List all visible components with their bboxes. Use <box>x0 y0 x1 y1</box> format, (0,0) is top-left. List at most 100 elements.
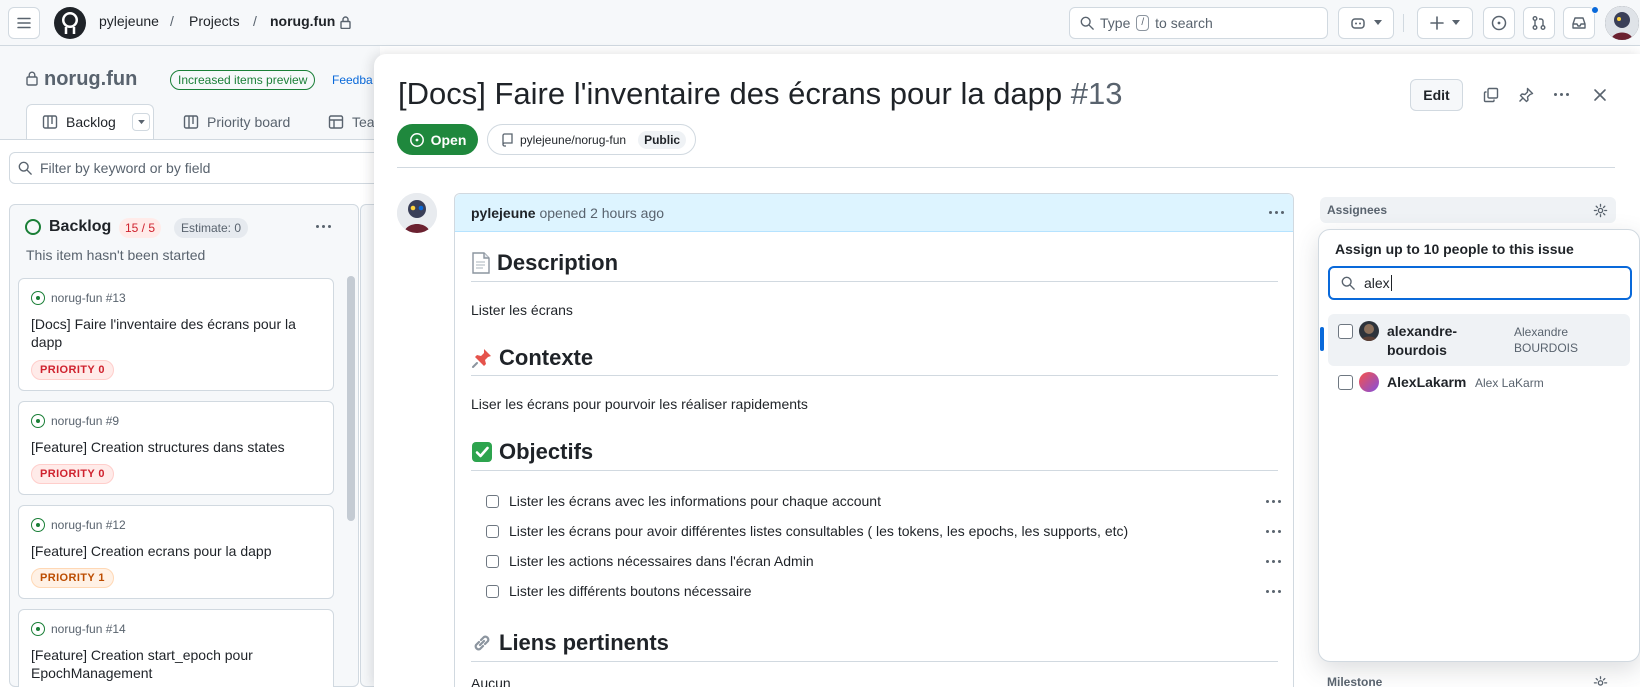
card-ref: norug-fun #9 <box>51 414 120 428</box>
column-estimate: Estimate: 0 <box>174 218 249 238</box>
divider <box>471 470 1278 471</box>
card-ref: norug-fun #13 <box>51 291 126 305</box>
card-title[interactable]: [Feature] Creation start_epoch pour Epoc… <box>31 646 321 682</box>
tab-team[interactable]: Tea <box>328 106 375 138</box>
edit-button[interactable]: Edit <box>1410 79 1463 111</box>
task-menu-icon[interactable] <box>1266 530 1281 533</box>
heading-text: Objectifs <box>499 439 594 464</box>
user-avatar[interactable] <box>1605 6 1639 40</box>
assignee-login[interactable]: AlexLakarm <box>1387 374 1466 390</box>
search-icon <box>18 161 32 175</box>
card-title[interactable]: [Docs] Faire l'inventaire des écrans pou… <box>31 315 321 351</box>
comment-menu-icon[interactable] <box>1269 211 1284 214</box>
task-item: Lister les écrans avec les informations … <box>486 493 881 509</box>
gear-icon[interactable] <box>1593 675 1608 687</box>
card-title[interactable]: [Feature] Creation structures dans state… <box>31 438 321 456</box>
close-icon[interactable] <box>1593 88 1607 102</box>
tab-menu-button[interactable] <box>132 113 150 131</box>
breadcrumb-separator: / <box>170 13 174 29</box>
chevron-down-icon <box>1374 20 1382 25</box>
card[interactable]: norug-fun #14 [Feature] Creation start_e… <box>18 609 334 687</box>
task-text: Lister les écrans pour avoir différentes… <box>509 523 1129 539</box>
repo-badge[interactable]: pylejeune/norug-fun Public <box>487 124 696 155</box>
github-logo-icon[interactable] <box>54 7 86 39</box>
heading-description: Description <box>471 250 618 276</box>
card-ref: norug-fun #14 <box>51 622 126 636</box>
gear-icon[interactable] <box>1593 203 1608 218</box>
breadcrumb-separator: / <box>253 13 257 29</box>
divider <box>397 167 1615 168</box>
copy-icon[interactable] <box>1483 87 1499 103</box>
description-text: Lister les écrans <box>471 302 573 318</box>
assignee-checkbox[interactable] <box>1338 324 1353 339</box>
breadcrumb-project[interactable]: norug.fun <box>270 13 335 29</box>
status-circle-icon <box>25 219 41 235</box>
global-header: pylejeune / Projects / norug.fun Type / … <box>0 0 1640 46</box>
project-title: norug.fun <box>44 68 138 90</box>
column-menu-icon[interactable] <box>316 225 331 228</box>
divider <box>471 281 1278 282</box>
status-open-badge: Open <box>397 124 478 155</box>
filter-placeholder: Filter by keyword or by field <box>40 160 211 176</box>
task-menu-icon[interactable] <box>1266 500 1281 503</box>
opened-time: opened 2 hours ago <box>539 205 665 221</box>
search-icon <box>1341 276 1355 290</box>
author-name[interactable]: pylejeune <box>471 205 536 221</box>
page-facing-up-icon <box>472 252 490 274</box>
copilot-button[interactable] <box>1338 7 1394 39</box>
search-input[interactable]: Type / to search <box>1069 7 1328 39</box>
tab-label: Backlog <box>66 114 116 130</box>
breadcrumb-owner[interactable]: pylejeune <box>99 13 159 29</box>
chevron-down-icon <box>1452 20 1460 25</box>
assignee-fullname: Alexandre BOURDOIS <box>1514 325 1579 355</box>
issue-title: [Docs] Faire l'inventaire des écrans pou… <box>398 76 1063 111</box>
card[interactable]: norug-fun #9 [Feature] Creation structur… <box>18 401 334 495</box>
issue-title-row: [Docs] Faire l'inventaire des écrans pou… <box>398 76 1123 112</box>
task-menu-icon[interactable] <box>1266 560 1281 563</box>
pin-icon[interactable] <box>1518 87 1534 103</box>
task-checkbox[interactable] <box>486 554 499 568</box>
task-checkbox[interactable] <box>486 494 499 508</box>
plus-icon <box>1430 16 1444 30</box>
pull-requests-button[interactable] <box>1523 7 1555 39</box>
card[interactable]: norug-fun #12 [Feature] Creation ecrans … <box>18 505 334 599</box>
scrollbar[interactable] <box>347 276 355 521</box>
breadcrumb-projects[interactable]: Projects <box>189 13 240 29</box>
task-text: Lister les écrans avec les informations … <box>509 493 881 509</box>
search-key-hint: / <box>1136 15 1150 31</box>
pull-request-icon <box>1532 16 1546 30</box>
lock-icon <box>26 71 38 86</box>
milestone-label: Milestone <box>1327 675 1383 687</box>
heading-text: Description <box>497 250 619 275</box>
issues-button[interactable] <box>1483 7 1515 39</box>
dropdown-title: Assign up to 10 people to this issue <box>1335 241 1574 257</box>
search-prefix: Type <box>1100 15 1131 31</box>
repo-icon <box>502 132 513 147</box>
create-new-button[interactable] <box>1417 7 1473 39</box>
card[interactable]: norug-fun #13 [Docs] Faire l'inventaire … <box>18 278 334 391</box>
author-avatar[interactable] <box>397 193 437 233</box>
more-options-icon[interactable] <box>1554 93 1569 96</box>
task-text: Lister les différents boutons nécessaire <box>509 583 752 599</box>
card-title[interactable]: [Feature] Creation ecrans pour la dapp <box>31 542 321 560</box>
task-checkbox[interactable] <box>486 524 499 538</box>
task-text: Lister les actions nécessaires dans l'éc… <box>509 553 814 569</box>
assignee-avatar <box>1359 321 1379 341</box>
filter-input[interactable]: Filter by keyword or by field <box>9 152 389 184</box>
tab-priority-board[interactable]: Priority board <box>183 106 290 138</box>
task-menu-icon[interactable] <box>1266 590 1281 593</box>
column-count: 15 / 5 <box>119 218 162 238</box>
feedback-link[interactable]: Feedba <box>332 73 373 87</box>
search-icon <box>1080 16 1094 30</box>
menu-button[interactable] <box>8 7 40 39</box>
task-item: Lister les différents boutons nécessaire <box>486 583 752 599</box>
heading-text: Liens pertinents <box>499 630 669 655</box>
assignee-checkbox[interactable] <box>1338 375 1353 390</box>
task-checkbox[interactable] <box>486 584 499 598</box>
pushpin-icon <box>472 349 491 368</box>
links-text: Aucun <box>471 679 511 687</box>
inbox-button[interactable] <box>1563 7 1595 39</box>
assignee-avatar <box>1359 372 1379 392</box>
assignee-search-input[interactable]: alex <box>1328 266 1632 300</box>
active-indicator <box>1320 327 1324 351</box>
